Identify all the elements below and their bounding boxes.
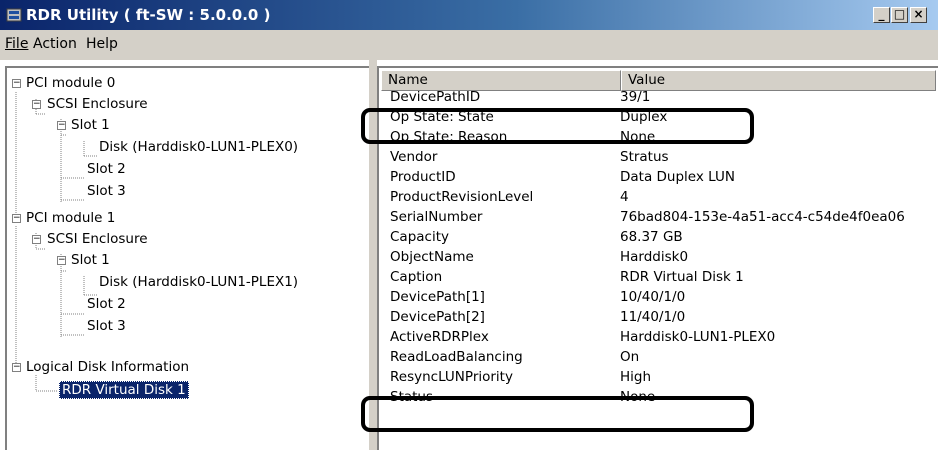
property-name: ReadLoadBalancing	[390, 349, 523, 365]
property-name: DevicePath[1]	[390, 289, 485, 305]
collapse-toggle[interactable]: −	[12, 214, 21, 223]
property-name: DevicePathID	[390, 89, 481, 105]
menu-file[interactable]: File	[5, 36, 28, 52]
property-row[interactable]: ProductID Data Duplex LUN	[379, 167, 936, 187]
tree-node-scsi-enclosure[interactable]: SCSI Enclosure	[47, 231, 148, 248]
property-value: Harddisk0	[620, 249, 689, 265]
property-value: RDR Virtual Disk 1	[620, 269, 744, 285]
tree-node-disk-plex0[interactable]: Disk (Harddisk0-LUN1-PLEX0)	[99, 139, 298, 156]
property-value: 39/1	[620, 89, 651, 105]
collapse-toggle[interactable]: −	[12, 363, 21, 372]
property-value: High	[620, 369, 652, 385]
property-value: 76bad804-153e-4a51-acc4-c54de4f0ea06	[620, 209, 905, 225]
maximize-button[interactable]: □	[891, 7, 908, 23]
property-name: Caption	[390, 269, 443, 285]
menu-action[interactable]: Action	[33, 36, 77, 52]
tree-node-slot-1[interactable]: Slot 1	[71, 117, 110, 134]
menu-bar: File Action Help	[0, 30, 938, 60]
tree-node-slot-2[interactable]: Slot 2	[87, 161, 126, 178]
property-row[interactable]: DevicePathID 39/1	[379, 87, 936, 107]
property-value: 11/40/1/0	[620, 309, 686, 325]
tree-node-logical-disk-info[interactable]: Logical Disk Information	[26, 359, 189, 376]
tree-node-slot-3[interactable]: Slot 3	[87, 318, 126, 335]
property-row[interactable]: Vendor Stratus	[379, 147, 936, 167]
property-row[interactable]: ProductRevisionLevel 4	[379, 187, 936, 207]
property-value: On	[620, 349, 640, 365]
property-name: ProductRevisionLevel	[390, 189, 534, 205]
property-value: 68.37 GB	[620, 229, 683, 245]
collapse-toggle[interactable]: −	[12, 79, 21, 88]
property-name: SerialNumber	[390, 209, 483, 225]
property-name: DevicePath[2]	[390, 309, 485, 325]
property-row[interactable]: SerialNumber 76bad804-153e-4a51-acc4-c54d…	[379, 207, 936, 227]
minimize-button[interactable]: _	[873, 7, 890, 23]
property-name: ObjectName	[390, 249, 474, 265]
property-row[interactable]: ReadLoadBalancing On	[379, 347, 936, 367]
highlight-status	[361, 396, 754, 432]
tree-node-slot-2[interactable]: Slot 2	[87, 296, 126, 313]
close-button[interactable]: ×	[910, 7, 927, 23]
device-tree[interactable]: − PCI module 0 − SCSI Enclosure − Slot 1…	[5, 66, 369, 450]
highlight-op-state	[361, 108, 754, 144]
property-value: Harddisk0-LUN1-PLEX0	[620, 329, 776, 345]
property-row[interactable]: ActiveRDRPlex Harddisk0-LUN1-PLEX0	[379, 327, 936, 347]
window-title: RDR Utility ( ft-SW : 5.0.0.0 )	[26, 6, 271, 24]
property-name: Vendor	[390, 149, 438, 165]
property-name: ActiveRDRPlex	[390, 329, 489, 345]
property-name: ResyncLUNPriority	[390, 369, 513, 385]
property-row[interactable]: Capacity 68.37 GB	[379, 227, 936, 247]
tree-node-pci-module-0[interactable]: PCI module 0	[26, 75, 115, 92]
property-value: 10/40/1/0	[620, 289, 686, 305]
tree-node-scsi-enclosure[interactable]: SCSI Enclosure	[47, 96, 148, 113]
property-name: ProductID	[390, 169, 456, 185]
property-value: 4	[620, 189, 629, 205]
property-row[interactable]: ResyncLUNPriority High	[379, 367, 936, 387]
property-name: Capacity	[390, 229, 449, 245]
property-row[interactable]: Caption RDR Virtual Disk 1	[379, 267, 936, 287]
app-icon	[6, 8, 22, 22]
collapse-toggle[interactable]: −	[32, 235, 41, 244]
tree-node-slot-3[interactable]: Slot 3	[87, 183, 126, 200]
collapse-toggle[interactable]: −	[57, 121, 66, 130]
property-row[interactable]: DevicePath[1] 10/40/1/0	[379, 287, 936, 307]
tree-node-disk-plex1[interactable]: Disk (Harddisk0-LUN1-PLEX1)	[99, 274, 298, 291]
collapse-toggle[interactable]: −	[32, 100, 41, 109]
property-value: Data Duplex LUN	[620, 169, 735, 185]
tree-node-slot-1[interactable]: Slot 1	[71, 252, 110, 269]
tree-node-pci-module-1[interactable]: PCI module 1	[26, 210, 115, 227]
property-row[interactable]: DevicePath[2] 11/40/1/0	[379, 307, 936, 327]
collapse-toggle[interactable]: −	[57, 256, 66, 265]
menu-help[interactable]: Help	[86, 36, 118, 52]
property-row[interactable]: ObjectName Harddisk0	[379, 247, 936, 267]
tree-node-rdr-virtual-disk-1[interactable]: RDR Virtual Disk 1	[59, 381, 189, 399]
property-value: Stratus	[620, 149, 669, 165]
title-bar: RDR Utility ( ft-SW : 5.0.0.0 ) _ □ ×	[0, 0, 938, 30]
